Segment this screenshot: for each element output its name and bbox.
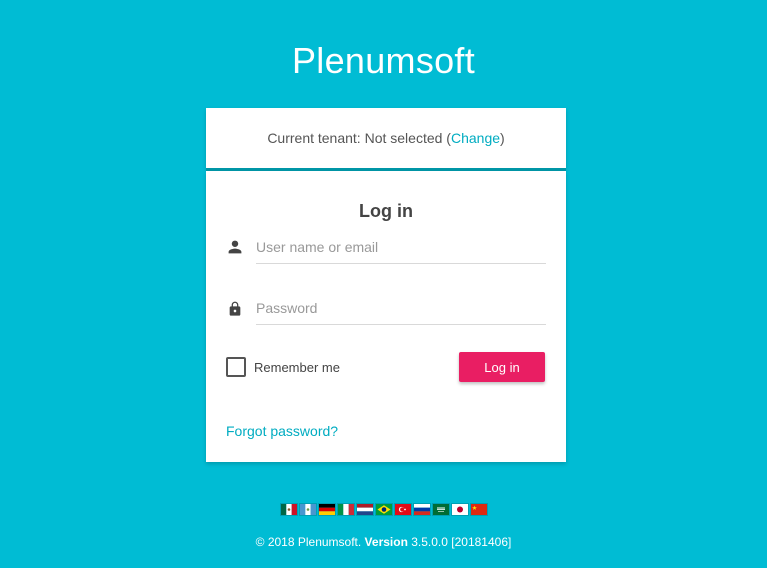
person-icon (228, 240, 242, 254)
russia-flag-icon[interactable] (414, 504, 430, 515)
forgot-password-link[interactable]: Forgot password? (226, 423, 338, 439)
username-input[interactable] (256, 231, 546, 264)
japan-flag-icon[interactable] (452, 504, 468, 515)
china-flag-icon[interactable] (471, 504, 487, 515)
login-heading: Log in (359, 201, 413, 221)
remember-me-checkbox[interactable] (226, 357, 246, 377)
login-card: Log in Remember me Log in Forgot passwor… (206, 171, 566, 462)
lock-icon (229, 301, 241, 316)
version-label: Version (364, 535, 408, 549)
tenant-label: Current tenant: Not selected ( (267, 130, 451, 146)
copyright-text: © 2018 Plenumsoft. (255, 535, 365, 549)
brazil-flag-icon[interactable] (376, 504, 392, 515)
germany-flag-icon[interactable] (319, 504, 335, 515)
change-tenant-link[interactable]: Change (451, 130, 500, 146)
login-button[interactable]: Log in (459, 352, 545, 382)
current-tenant-text: Current tenant: Not selected (Change) (206, 130, 566, 146)
language-flags (281, 504, 487, 516)
tenant-card: Current tenant: Not selected (Change) (206, 108, 566, 168)
password-input[interactable] (256, 292, 546, 325)
version-value: 3.5.0.0 [20181406] (407, 535, 512, 549)
remember-me-label: Remember me (254, 359, 340, 375)
turkey-flag-icon[interactable] (395, 504, 411, 515)
netherlands-flag-icon[interactable] (357, 504, 373, 515)
mexico-flag-icon[interactable] (281, 504, 297, 515)
remember-me-toggle[interactable]: Remember me (226, 357, 340, 377)
app-title: Plenumsoft (291, 40, 476, 81)
guatemala-flag-icon[interactable] (300, 504, 316, 515)
footer: © 2018 Plenumsoft. Version 3.5.0.0 [2018… (0, 535, 767, 549)
italy-flag-icon[interactable] (338, 504, 354, 515)
tenant-label-suffix: ) (500, 130, 505, 146)
saudi-arabia-flag-icon[interactable] (433, 504, 449, 515)
